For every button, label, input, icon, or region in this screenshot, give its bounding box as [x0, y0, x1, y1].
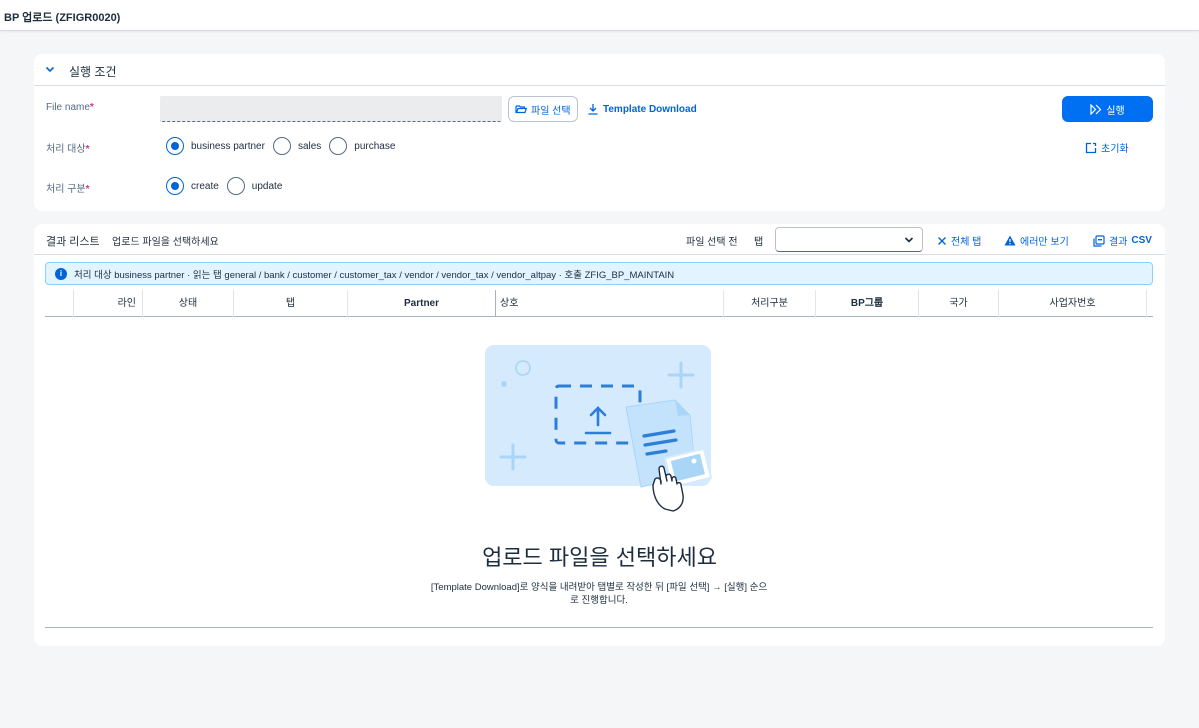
info-strip: i 처리 대상 business partner · 읽는 탭 general … [45, 262, 1153, 285]
tab-select[interactable] [775, 227, 923, 252]
run-button[interactable]: 실행 [1062, 96, 1153, 122]
mode-option-create[interactable]: create [166, 177, 219, 195]
results-status: 파일 선택 전 [686, 237, 738, 248]
errors-only-button[interactable]: 에러만 보기 [1004, 233, 1069, 248]
run-icon [1090, 103, 1102, 115]
radio-unselected[interactable] [329, 137, 348, 155]
target-option-purchase[interactable]: purchase [329, 137, 395, 155]
mode-label: 처리 구분* [46, 184, 90, 195]
reset-label: 초기화 [1101, 144, 1129, 155]
column-partner[interactable]: Partner [347, 290, 495, 317]
column-tab[interactable]: 탭 [233, 290, 347, 317]
column-process-type[interactable]: 처리구분 [723, 290, 815, 317]
table-header: 라인 상태 탭 Partner 상호 처리구분 BP그룹 국가 사업자번호 [45, 290, 1153, 317]
column-bp-group[interactable]: BP그룹 [815, 290, 918, 317]
app-header: BP 업로드 (ZFIGR0020) [0, 0, 1199, 31]
all-tabs-button[interactable]: 전체 탭 [937, 233, 981, 248]
column-company-name[interactable]: 상호 [495, 290, 723, 317]
chevron-down-icon [904, 237, 914, 243]
radio-selected[interactable] [166, 137, 184, 155]
conditions-header[interactable]: 실행 조건 [34, 54, 1165, 86]
table-bottom-divider [45, 627, 1153, 628]
radio-unselected[interactable] [272, 137, 291, 155]
radio-selected[interactable] [166, 177, 184, 195]
chevron-down-icon[interactable] [44, 63, 56, 75]
target-label: 처리 대상* [46, 144, 90, 155]
export-icon [1093, 234, 1105, 247]
conditions-title: 실행 조건 [69, 65, 117, 79]
empty-state-description: [Template Download]로 양식을 내려받아 탭별로 작성한 뒤 … [430, 582, 768, 606]
radio-unselected[interactable] [226, 177, 245, 195]
upload-illustration [485, 345, 713, 512]
column-country[interactable]: 국가 [918, 290, 998, 317]
export-csv-button[interactable]: 결과 CSV [1093, 233, 1152, 248]
results-panel: 결과 리스트 업로드 파일을 선택하세요 파일 선택 전 탭 전체 탭 에러만 … [34, 224, 1165, 646]
results-toolbar: 결과 리스트 업로드 파일을 선택하세요 파일 선택 전 탭 전체 탭 에러만 … [34, 224, 1165, 255]
file-select-button[interactable]: 파일 선택 [508, 96, 578, 122]
close-icon [938, 236, 946, 245]
template-download-label: Template Download [603, 103, 697, 115]
reset-icon [1085, 142, 1097, 153]
info-text: 처리 대상 business partner · 읽는 탭 general / … [74, 269, 675, 281]
column-business-number[interactable]: 사업자번호 [998, 290, 1146, 317]
file-name-field[interactable] [160, 96, 502, 122]
target-option-business-partner[interactable]: business partner [166, 137, 265, 155]
results-subtitle: 업로드 파일을 선택하세요 [112, 237, 219, 248]
column-status[interactable]: 상태 [142, 290, 233, 317]
reset-button[interactable]: 초기화 [1085, 140, 1129, 155]
column-line[interactable]: 라인 [73, 290, 142, 317]
tab-select-label: 탭 [754, 237, 764, 248]
file-select-label: 파일 선택 [531, 105, 571, 117]
info-icon: i [55, 267, 67, 280]
target-radio-group: business partner sales purchase [166, 137, 403, 155]
mode-radio-group: create update [166, 177, 290, 195]
download-icon [588, 104, 598, 115]
empty-state-title: 업로드 파일을 선택하세요 [482, 545, 717, 570]
conditions-panel: 실행 조건 File name* 파일 선택 Template Download… [34, 54, 1165, 211]
template-download-button[interactable]: Template Download [587, 103, 697, 115]
app-title: BP 업로드 (ZFIGR0020) [4, 12, 121, 24]
results-title: 결과 리스트 [46, 236, 100, 248]
run-label: 실행 [1106, 105, 1125, 117]
folder-open-icon [515, 105, 527, 114]
warning-icon [1004, 235, 1016, 246]
mode-option-update[interactable]: update [226, 177, 282, 195]
file-name-label: File name* [46, 102, 94, 113]
target-option-sales[interactable]: sales [272, 137, 321, 155]
column-spacer [1146, 290, 1153, 317]
